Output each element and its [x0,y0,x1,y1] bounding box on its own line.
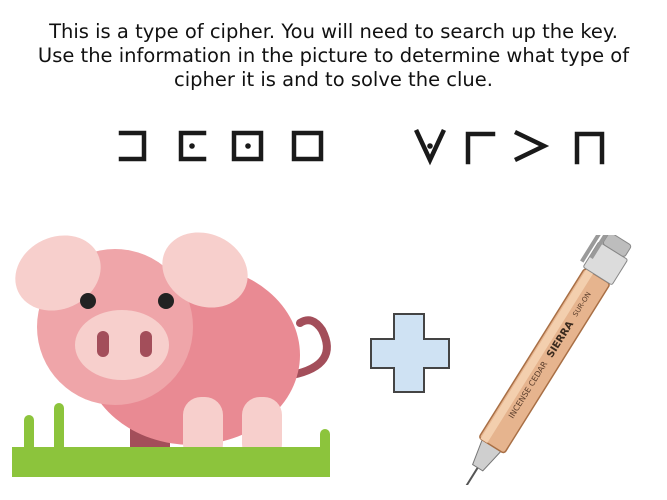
pigpen-n-icon [574,131,605,165]
pigpen-left-bracket-dot-icon [178,130,207,162]
pig-illustration [12,232,331,477]
pigpen-v-dot-icon [414,129,446,166]
pigpen-corner-icon [465,131,496,165]
cipher-symbols [118,129,605,166]
pigpen-greater-than-icon [513,129,550,163]
pigpen-box-icon [291,130,324,162]
pigpen-right-bracket-icon [118,130,147,162]
pen-illustration: INCENSE CEDAR SIERRA SUR-ON [462,235,632,485]
pigpen-box-dot-icon [231,130,264,162]
